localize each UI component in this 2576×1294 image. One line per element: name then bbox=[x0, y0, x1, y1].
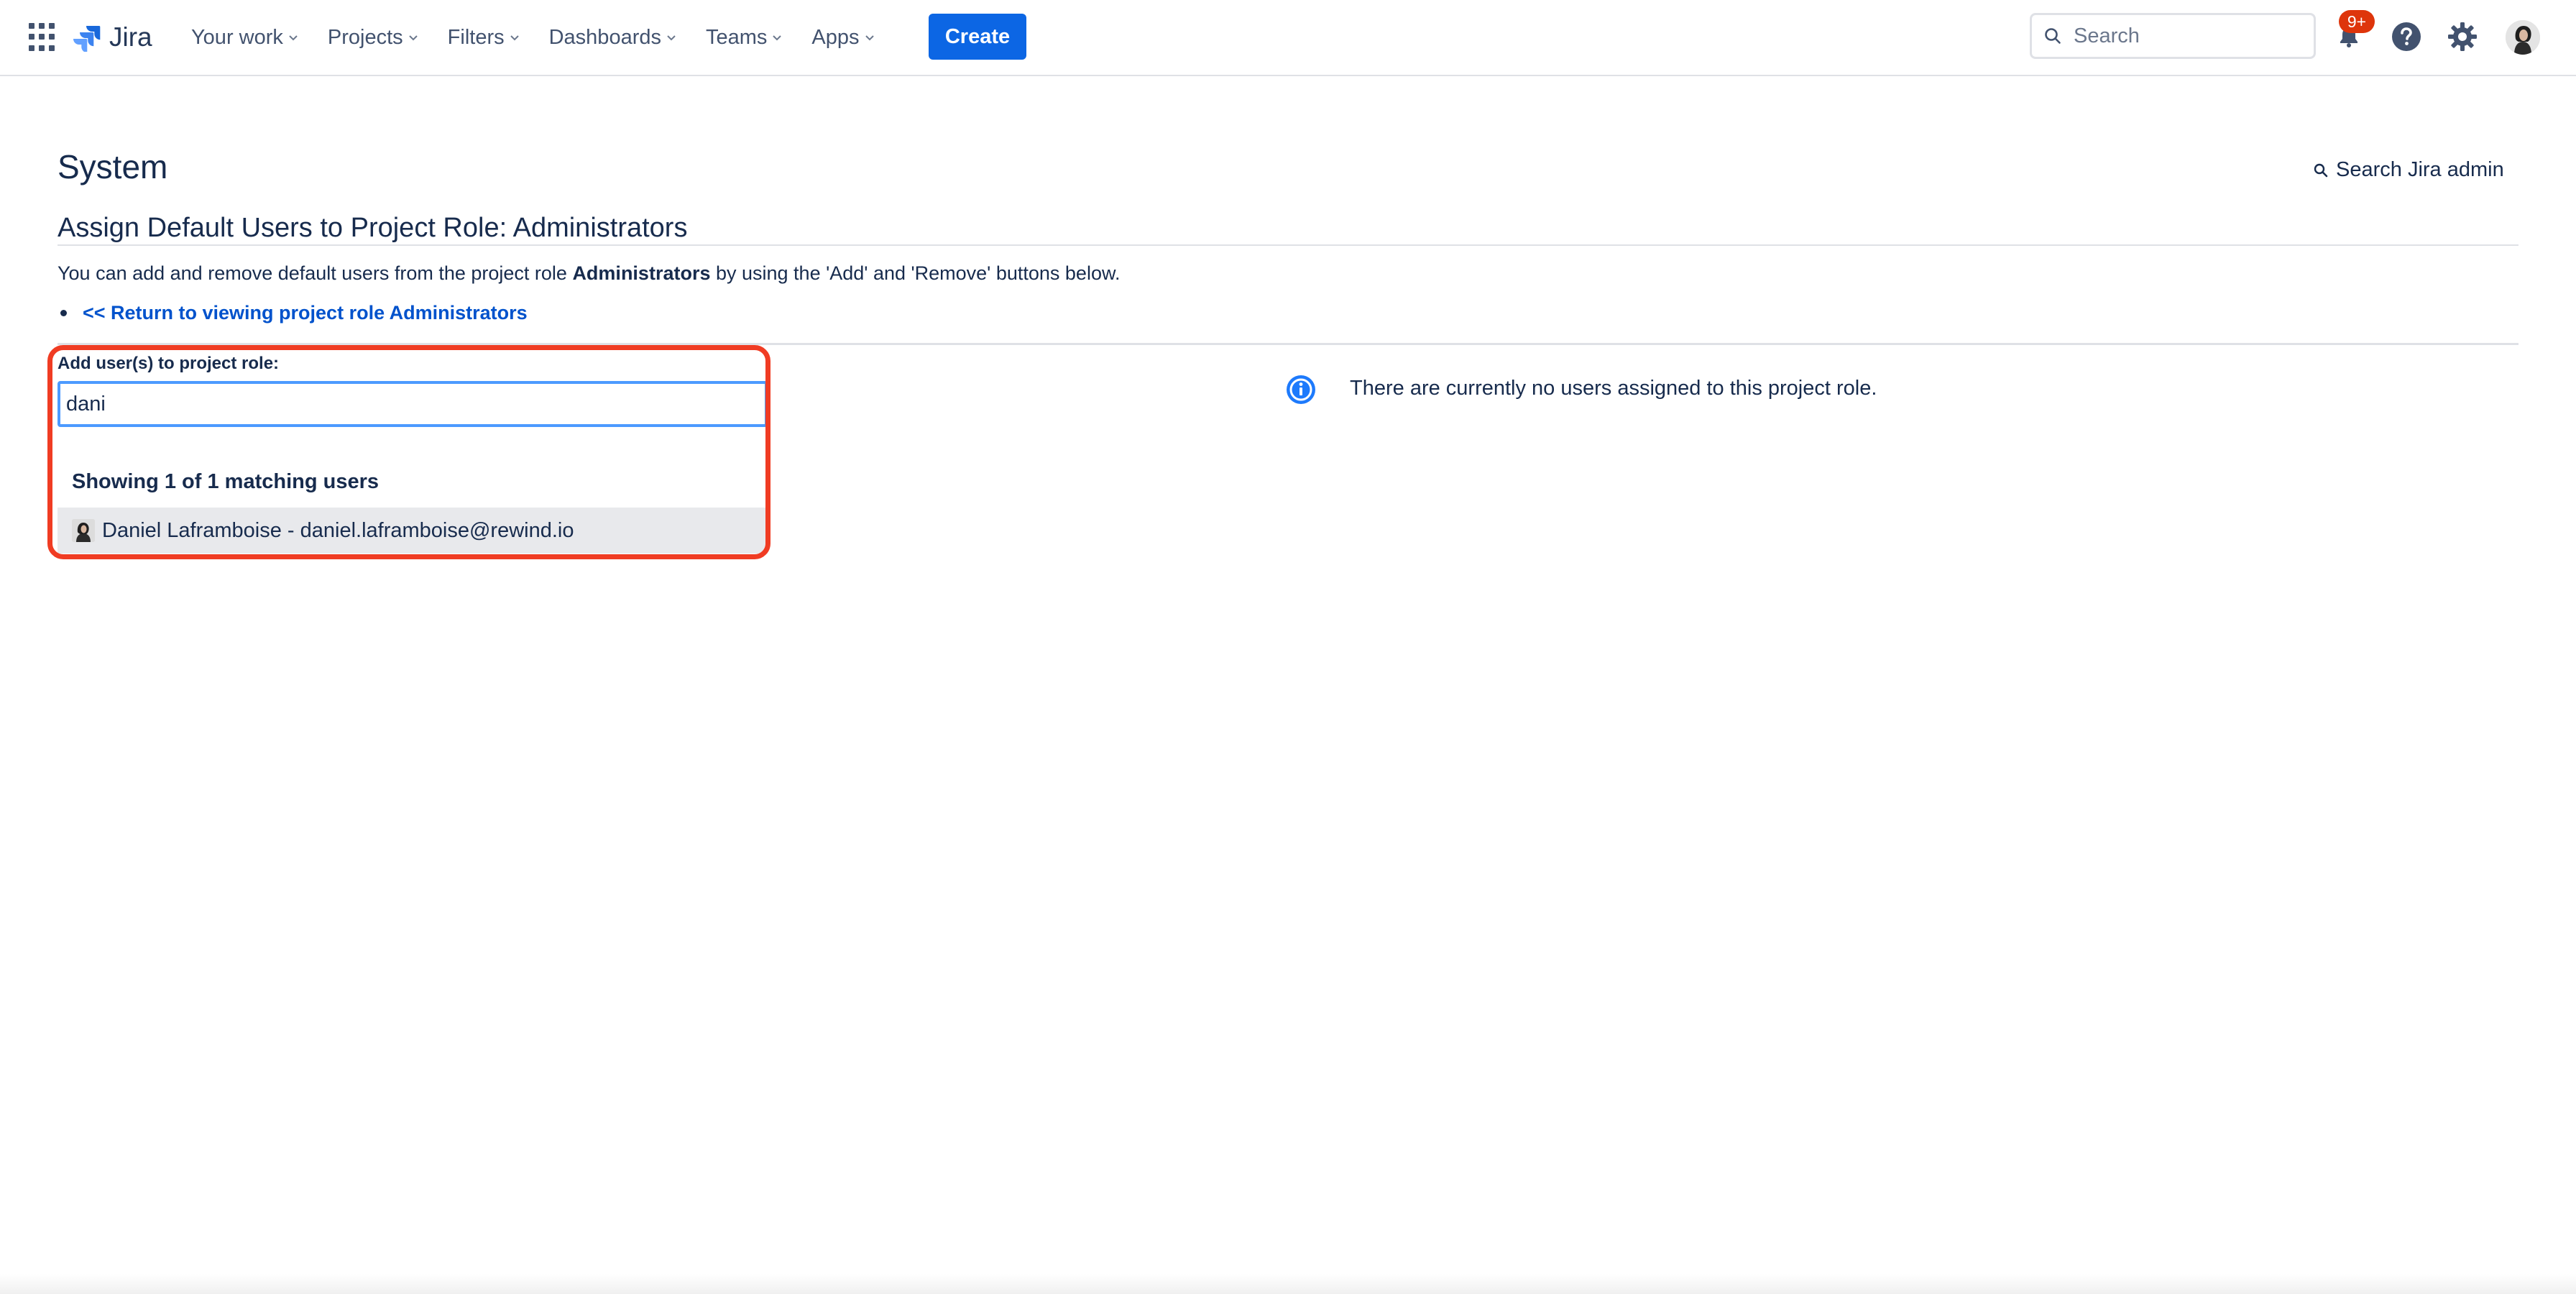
settings-icon bbox=[2448, 22, 2477, 51]
search-jira-admin-link[interactable]: Search Jira admin bbox=[2313, 158, 2504, 182]
app-switcher-icon[interactable] bbox=[29, 23, 58, 52]
chevron-down-icon bbox=[408, 35, 418, 41]
chevron-down-icon bbox=[865, 35, 874, 41]
global-search[interactable] bbox=[2030, 13, 2316, 59]
divider bbox=[58, 244, 2518, 246]
nav-projects-label: Projects bbox=[327, 25, 403, 49]
page-title: System bbox=[58, 148, 168, 185]
nav-your-work-label: Your work bbox=[191, 25, 283, 49]
jira-logo[interactable]: Jira bbox=[73, 19, 152, 56]
add-users-label: Add user(s) to project role: bbox=[58, 354, 280, 373]
help-button[interactable] bbox=[2389, 19, 2424, 54]
nav-filters[interactable]: Filters bbox=[448, 26, 520, 50]
add-users-input[interactable] bbox=[58, 381, 768, 427]
nav-apps-label: Apps bbox=[811, 25, 860, 49]
nav-filters-label: Filters bbox=[447, 25, 505, 49]
nav-dashboards-label: Dashboards bbox=[548, 25, 661, 49]
list-bullet bbox=[60, 310, 67, 316]
description-role: Administrators bbox=[572, 262, 711, 284]
search-input[interactable] bbox=[2072, 23, 2291, 49]
return-to-role-link[interactable]: << Return to viewing project role Admini… bbox=[60, 302, 528, 324]
primary-nav: Your work Projects Filters Dashboards Te… bbox=[191, 0, 904, 75]
description-text: You can add and remove default users fro… bbox=[58, 262, 573, 284]
user-avatar-icon bbox=[2506, 20, 2540, 55]
chevron-down-icon bbox=[667, 35, 676, 41]
nav-your-work[interactable]: Your work bbox=[191, 26, 299, 50]
suggestion-text: Daniel Laframboise - daniel.laframboise@… bbox=[102, 518, 574, 542]
user-suggestion-item[interactable]: Daniel Laframboise - daniel.laframboise@… bbox=[58, 508, 768, 554]
description-text-end: by using the 'Add' and 'Remove' buttons … bbox=[710, 262, 1121, 284]
chevron-down-icon bbox=[289, 35, 298, 41]
divider bbox=[58, 343, 2518, 345]
nav-teams-label: Teams bbox=[705, 25, 768, 49]
nav-apps[interactable]: Apps bbox=[811, 26, 875, 50]
search-icon bbox=[2045, 28, 2061, 44]
return-link-label: << Return to viewing project role Admini… bbox=[83, 302, 528, 324]
create-button[interactable]: Create bbox=[929, 14, 1026, 60]
info-icon bbox=[1287, 375, 1315, 404]
no-users-message: There are currently no users assigned to… bbox=[1350, 377, 1877, 400]
nav-dashboards[interactable]: Dashboards bbox=[549, 26, 677, 50]
search-jira-admin-label: Search Jira admin bbox=[2336, 158, 2504, 181]
role-description: You can add and remove default users fro… bbox=[58, 262, 1120, 285]
search-icon bbox=[2314, 163, 2328, 177]
nav-teams[interactable]: Teams bbox=[706, 26, 783, 50]
window-bottom-edge bbox=[0, 1274, 2576, 1294]
help-icon bbox=[2392, 22, 2421, 51]
section-title: Assign Default Users to Project Role: Ad… bbox=[58, 213, 688, 243]
chevron-down-icon bbox=[510, 35, 519, 41]
notification-badge: 9+ bbox=[2339, 10, 2375, 33]
match-count: Showing 1 of 1 matching users bbox=[72, 470, 380, 493]
settings-button[interactable] bbox=[2445, 19, 2480, 54]
top-navigation: Jira Your work Projects Filters Dashboar… bbox=[0, 0, 2576, 76]
user-avatar-icon bbox=[72, 519, 95, 542]
jira-wordmark: Jira bbox=[109, 22, 152, 52]
jira-logo-icon bbox=[73, 26, 101, 52]
nav-projects[interactable]: Projects bbox=[328, 26, 419, 50]
suggestion-avatar bbox=[72, 519, 95, 542]
user-suggestions-dropdown: Showing 1 of 1 matching users Daniel Laf… bbox=[58, 427, 768, 556]
avatar[interactable] bbox=[2506, 20, 2540, 55]
chevron-down-icon bbox=[773, 35, 782, 41]
